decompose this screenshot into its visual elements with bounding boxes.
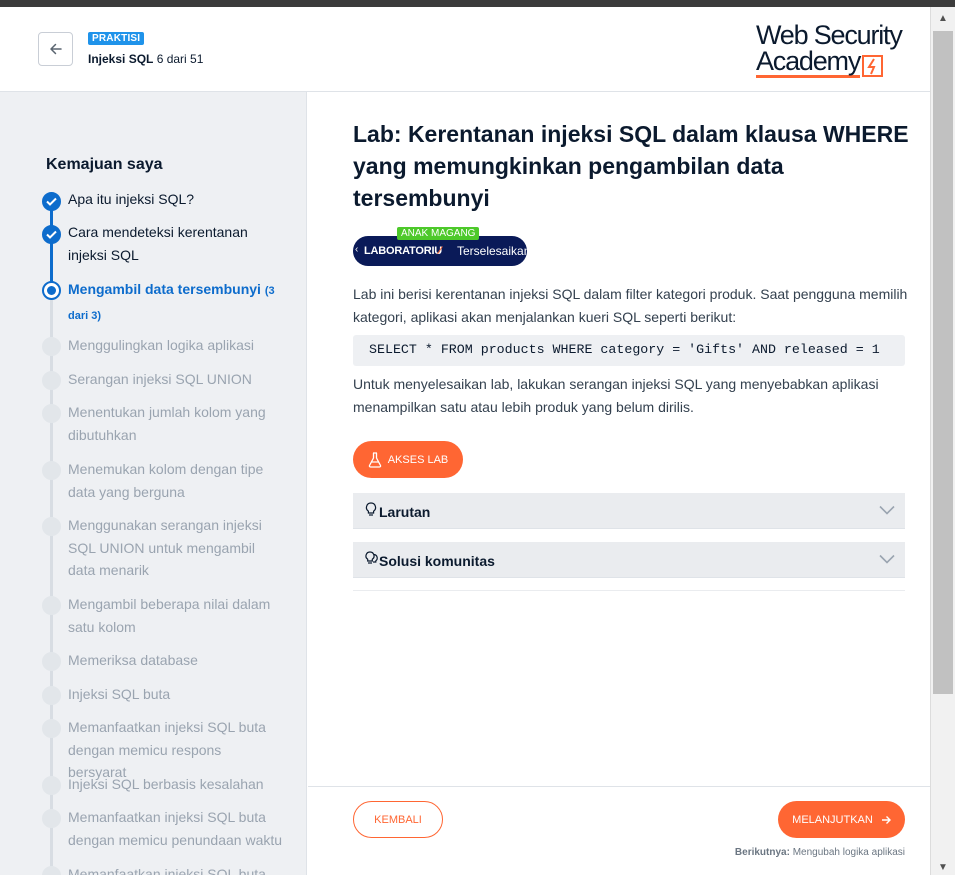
lab-marker-icon: ‹ (355, 244, 359, 255)
step-todo-icon (42, 686, 61, 705)
back-button[interactable] (38, 32, 73, 66)
lab-label: LABORATORIU (364, 245, 443, 257)
accordion-label: Solusi komunitas (379, 553, 495, 569)
step-todo-icon (42, 371, 61, 390)
logo-bolt-icon (862, 55, 884, 77)
scrollbar-thumb[interactable] (933, 31, 953, 694)
chevron-down-icon (879, 505, 895, 515)
next-prefix: Berikutnya: (734, 847, 790, 858)
step-todo-icon (42, 652, 61, 671)
sidebar-title: Kemajuan saya (46, 156, 163, 173)
module-name: Injeksi SQL (88, 52, 154, 66)
step-todo-icon (42, 719, 61, 738)
lightbulb-icon (365, 502, 377, 516)
sidebar-step[interactable]: Menggunakan serangan injeksi SQL UNION u… (68, 514, 283, 582)
lab-goal: Untuk menyelesaikan lab, lakukan seranga… (353, 376, 879, 415)
next-topic: Berikutnya: Mengubah logika aplikasi (735, 847, 905, 858)
sql-code-block: SELECT * FROM products WHERE category = … (353, 335, 905, 366)
browser-top-strip (0, 0, 955, 7)
page-header: PRAKTISI Injeksi SQL 6 dari 51 Web Secur… (0, 7, 930, 92)
sidebar-step[interactable]: Apa itu injeksi SQL? (68, 188, 283, 211)
step-todo-icon (42, 517, 61, 536)
step-todo-icon (42, 866, 61, 875)
step-todo-icon (42, 404, 61, 423)
access-lab-label: AKSES LAB (387, 453, 449, 466)
access-lab-button[interactable]: AKSES LAB (353, 441, 463, 478)
lab-status: Terselesaikan (457, 244, 527, 258)
scroll-down-arrow-icon[interactable]: ▼ (931, 860, 955, 875)
logo-line-2: Academy (756, 46, 861, 76)
sidebar-step[interactable]: Serangan injeksi SQL UNION (68, 368, 283, 391)
sidebar-step[interactable]: Mengambil beberapa nilai dalam satu kolo… (68, 593, 283, 638)
sidebar-step[interactable]: Memeriksa database (68, 649, 283, 672)
back-lesson-button[interactable]: KEMBALI (353, 801, 443, 838)
sidebar-step[interactable]: Memanfaatkan injeksi SQL buta (68, 863, 283, 875)
sidebar-step[interactable]: Menggulingkan logika aplikasi (68, 334, 283, 357)
step-todo-icon (42, 337, 61, 356)
page-title: Lab: Kerentanan injeksi SQL dalam klausa… (353, 121, 909, 211)
continue-button[interactable]: MELANJUTKAN (778, 801, 905, 838)
sidebar-step[interactable]: Injeksi SQL berbasis kesalahan (68, 773, 283, 796)
sidebar-step[interactable]: Injeksi SQL buta (68, 683, 283, 706)
step-current-icon (42, 281, 61, 300)
module-progress: Injeksi SQL 6 dari 51 (88, 52, 203, 66)
scroll-up-arrow-icon[interactable]: ▲ (931, 7, 955, 29)
progress-sidebar: Kemajuan saya Apa itu injeksi SQL? Cara … (0, 92, 307, 875)
arrow-right-icon (881, 815, 891, 824)
sidebar-step[interactable]: Cara mendeteksi kerentanan injeksi SQL (68, 221, 283, 266)
sidebar-step[interactable]: Menentukan jumlah kolom yang dibutuhkan (68, 401, 283, 446)
flask-icon (368, 451, 381, 468)
step-done-icon (42, 225, 61, 244)
lab-description: Lab ini berisi kerentanan injeksi SQL da… (353, 286, 908, 325)
step-todo-icon (42, 596, 61, 615)
logo-line-1: Web Security (756, 20, 903, 50)
step-todo-icon (42, 809, 61, 828)
accordion-solution[interactable]: Larutan (353, 493, 905, 529)
web-security-academy-logo[interactable]: Web Security Academy (756, 22, 916, 82)
difficulty-tag: ANAK MAGANG (397, 227, 480, 240)
lab-content: Lab: Kerentanan injeksi SQL dalam klausa… (308, 92, 930, 875)
continue-label: MELANJUTKAN (792, 813, 873, 826)
next-topic-label[interactable]: Mengubah logika aplikasi (793, 847, 905, 858)
accordion-community-solutions[interactable]: Solusi komunitas (353, 542, 905, 578)
step-done-icon (42, 192, 61, 211)
footer-divider (308, 786, 930, 787)
sidebar-step-current[interactable]: Mengambil data tersembunyi (3 dari 3) (68, 278, 283, 327)
slash-icon: ⁄ (439, 245, 441, 257)
lab-status-badge: ‹ LABORATORIU ⁄ Terselesaikan (353, 236, 527, 266)
sidebar-step[interactable]: Menemukan kolom dengan tipe data yang be… (68, 458, 283, 503)
sidebar-step[interactable]: Memanfaatkan injeksi SQL buta dengan mem… (68, 806, 283, 851)
level-badge: PRAKTISI (88, 32, 145, 45)
arrow-left-icon (49, 43, 62, 55)
step-todo-icon (42, 776, 61, 795)
divider (353, 590, 905, 591)
lightbulbs-icon (365, 551, 378, 564)
progress-line-done (50, 200, 53, 290)
module-count: 6 dari 51 (156, 52, 204, 66)
chevron-down-icon (879, 554, 895, 564)
page-scrollbar[interactable]: ▲ ▼ (930, 7, 955, 875)
step-todo-icon (42, 461, 61, 480)
step-label: Mengambil data tersembunyi (68, 281, 261, 297)
accordion-label: Larutan (379, 504, 431, 520)
